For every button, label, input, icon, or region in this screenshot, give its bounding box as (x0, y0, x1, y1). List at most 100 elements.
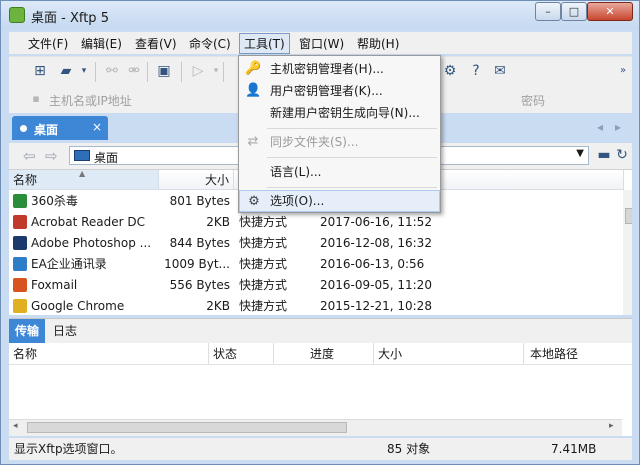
menu-view[interactable]: 查看(V) (135, 35, 177, 52)
column-size[interactable]: 大小 (159, 170, 234, 190)
menu-bar: 文件(F) 编辑(E) 查看(V) 命令(C) 工具(T) 窗口(W) 帮助(H… (9, 32, 632, 54)
new-session-icon[interactable]: ⊞ (31, 63, 49, 79)
transfer-col-name[interactable]: 名称 (9, 343, 209, 365)
sort-asc-icon: ▲ (79, 170, 86, 178)
file-name: Adobe Photoshop ... (31, 236, 152, 250)
file-modified: 2016-12-08, 16:32 (320, 236, 432, 250)
address-lock-icon: ▪ (32, 92, 40, 105)
disconnect-icon[interactable]: ⚮ (125, 63, 143, 79)
scroll-right-icon[interactable]: ▸ (609, 421, 614, 431)
toolbar-overflow-icon[interactable]: » (614, 63, 632, 79)
file-icon (13, 194, 27, 208)
status-bar: 显示Xftp选项窗口。 85 对象 7.41MB (9, 438, 632, 460)
tab-desktop[interactable]: 桌面 × (12, 116, 108, 140)
menu-window[interactable]: 窗口(W) (299, 35, 344, 52)
file-size: 2KB (206, 215, 230, 229)
gear-icon: ⚙ (248, 194, 260, 209)
file-modified: 2016-09-05, 11:20 (320, 278, 432, 292)
scrollbar-thumb[interactable] (625, 208, 632, 224)
menu-separator (267, 128, 437, 129)
xftp-app-icon[interactable] (9, 7, 25, 23)
options-gear-icon[interactable]: ⚙ (441, 63, 459, 79)
parent-folder-icon[interactable]: ▬ (595, 147, 613, 163)
menu-item-label: 主机密钥管理者(H)... (270, 62, 384, 76)
menu-tools[interactable]: 工具(T) (239, 33, 290, 54)
close-button[interactable]: ✕ (587, 2, 633, 21)
transfer-icon[interactable]: ▷ (189, 63, 207, 79)
file-size: 844 Bytes (169, 236, 230, 250)
password-input[interactable]: 密码 (521, 92, 545, 109)
menu-help[interactable]: 帮助(H) (357, 35, 399, 52)
column-size-label: 大小 (204, 173, 229, 187)
open-dropdown-icon[interactable]: ▾ (75, 63, 93, 79)
menu-item-user-key-manager[interactable]: 👤 用户密钥管理者(K)... (239, 80, 440, 102)
menu-item-sync-folder[interactable]: ⇄ 同步文件夹(S)... (239, 131, 440, 153)
back-arrow-icon[interactable]: ⇦ (23, 147, 36, 165)
menu-item-label: 语言(L)... (270, 165, 322, 179)
tab-status-icon (20, 125, 27, 132)
host-input[interactable]: 主机名或IP地址 (49, 92, 132, 109)
column-name-label: 名称 (13, 173, 38, 187)
file-modified: 2017-06-16, 11:52 (320, 215, 432, 229)
table-row[interactable]: Foxmail 556 Bytes 快捷方式 2016-09-05, 11:20 (9, 275, 632, 296)
transfer-col-progress[interactable]: 进度 (274, 343, 374, 365)
file-name: Foxmail (31, 278, 78, 292)
menu-edit[interactable]: 编辑(E) (81, 35, 122, 52)
table-row[interactable]: Google Chrome 2KB 快捷方式 2015-12-21, 10:28 (9, 296, 632, 315)
tab-log[interactable]: 日志 (47, 319, 83, 343)
table-row[interactable]: EA企业通讯录 1009 Byt... 快捷方式 2016-06-13, 0:56 (9, 254, 632, 275)
file-type: 快捷方式 (239, 257, 288, 271)
transfer-col-status[interactable]: 状态 (209, 343, 274, 365)
tools-dropdown-menu: 🔑 主机密钥管理者(H)... 👤 用户密钥管理者(K)... 新建用户密钥生成… (238, 55, 441, 213)
toolbar-separator (147, 62, 148, 82)
table-row[interactable]: Adobe Photoshop ... 844 Bytes 快捷方式 2016-12-… (9, 233, 632, 254)
file-size: 1009 Byt... (164, 257, 230, 271)
chat-icon[interactable]: ✉ (491, 63, 509, 79)
transfer-hscrollbar[interactable]: ◂ ▸ (9, 419, 622, 436)
file-size: 556 Bytes (169, 278, 230, 292)
menu-file[interactable]: 文件(F) (28, 35, 68, 52)
file-icon (13, 236, 27, 250)
toolbar-separator (223, 62, 224, 82)
file-icon (13, 215, 27, 229)
menu-item-host-key-manager[interactable]: 🔑 主机密钥管理者(H)... (239, 58, 440, 80)
transfer-col-size[interactable]: 大小 (374, 343, 524, 365)
menu-separator (267, 187, 437, 188)
file-icon (13, 299, 27, 313)
tab-label: 桌面 (34, 123, 59, 137)
scroll-left-icon[interactable]: ◂ (13, 421, 18, 431)
menu-command[interactable]: 命令(C) (189, 35, 231, 52)
file-type: 快捷方式 (239, 278, 288, 292)
file-name: Acrobat Reader DC (31, 215, 145, 229)
transfer-col-local-path[interactable]: 本地路径 (524, 343, 632, 365)
app-window: 桌面 - Xftp 5 – □ ✕ 文件(F) 编辑(E) 查看(V) 命令(C… (0, 0, 640, 465)
hscroll-thumb[interactable] (27, 422, 347, 433)
tab-next-icon[interactable]: ▸ (615, 120, 621, 134)
refresh-icon[interactable]: ↻ (613, 147, 631, 163)
file-icon (13, 257, 27, 271)
forward-arrow-icon[interactable]: ⇨ (45, 147, 58, 165)
file-type: 快捷方式 (239, 215, 288, 229)
path-dropdown-icon[interactable]: ▼ (576, 148, 584, 159)
menu-item-options[interactable]: ⚙ 选项(O)... (239, 190, 440, 212)
menu-item-language[interactable]: 语言(L)... (239, 161, 440, 183)
title-bar: 桌面 - Xftp 5 – □ ✕ (1, 1, 639, 29)
column-name[interactable]: 名称 ▲ (9, 170, 159, 190)
table-row[interactable]: Acrobat Reader DC 2KB 快捷方式 2017-06-16, 11:5… (9, 212, 632, 233)
file-type: 快捷方式 (239, 299, 288, 313)
open-folder-icon[interactable]: ▰ (57, 63, 75, 79)
tab-prev-icon[interactable]: ◂ (597, 120, 603, 134)
menu-item-label: 用户密钥管理者(K)... (270, 84, 383, 98)
tab-close-icon[interactable]: × (92, 120, 102, 134)
connect-icon[interactable]: ⚯ (103, 63, 121, 79)
maximize-button[interactable]: □ (561, 2, 587, 21)
tab-transfer[interactable]: 传输 (9, 319, 46, 343)
host-key-manager-icon: 🔑 (245, 61, 262, 76)
lower-panel-tabs: 传输 日志 (9, 318, 632, 343)
help-icon[interactable]: ? (467, 63, 485, 79)
properties-icon[interactable]: ▣ (155, 63, 173, 79)
menu-item-new-key-wizard[interactable]: 新建用户密钥生成向导(N)... (239, 102, 440, 124)
minimize-button[interactable]: – (535, 2, 561, 21)
file-icon (13, 278, 27, 292)
file-list-scrollbar[interactable] (623, 190, 632, 315)
